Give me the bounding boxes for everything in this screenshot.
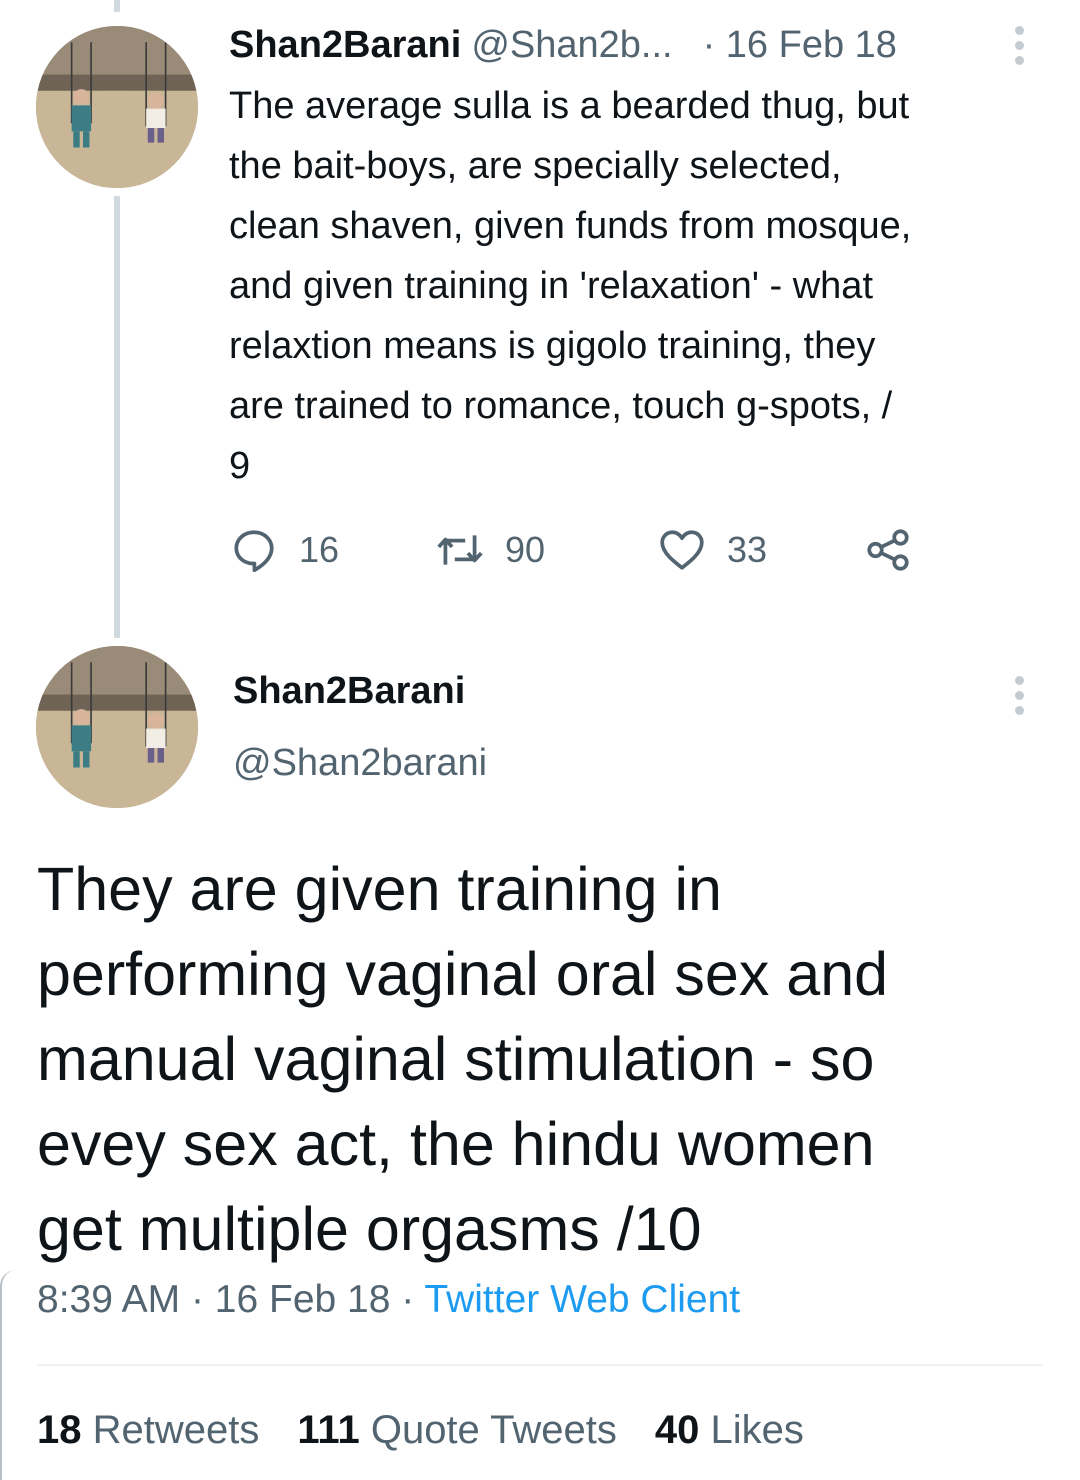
like-icon [660,530,704,570]
tweet-date[interactable]: 16 Feb 18 [215,1278,391,1321]
tweet2-text: They are given training in performing va… [37,855,889,1263]
reply-button[interactable]: 16 [229,522,339,578]
quote-tweets-count: 111 [297,1408,360,1452]
tweet-time[interactable]: 8:39 AM [37,1278,180,1321]
thread-line [114,196,120,638]
retweet-count: 90 [505,529,546,570]
reply-count: 16 [299,529,340,570]
separator: · [401,1278,415,1321]
display-name[interactable]: Shan2Barani [229,24,461,67]
more-icon[interactable] [1013,676,1025,715]
retweets-count: 18 [37,1408,82,1452]
tweet-source-link[interactable]: Twitter Web Client [424,1278,740,1321]
like-button[interactable]: 33 [657,522,767,578]
retweet-button[interactable]: 90 [435,522,545,578]
reply-icon [234,530,274,573]
tweet1-text: The average sulla is a bearded thug, but… [229,85,912,487]
timestamp[interactable]: · 16 Feb 18 [703,24,897,67]
avatar[interactable] [36,26,198,188]
retweets-label: Retweets [92,1408,260,1452]
username[interactable]: @Shan2barani [233,742,487,785]
retweet-icon [437,535,483,565]
retweets-stat[interactable]: 18 Retweets [37,1408,259,1453]
likes-count: 40 [654,1408,700,1452]
divider [37,1364,1043,1366]
quote-tweets-label: Quote Tweets [370,1408,617,1452]
tweet1-header: Shan2Barani @Shan2b... · 16 Feb 18 [229,20,897,70]
share-button[interactable] [863,522,933,578]
likes-label: Likes [710,1408,804,1452]
tweet-actions: 16 90 33 [229,522,949,578]
left-edge-border [0,1270,16,1480]
more-icon[interactable] [1013,26,1025,65]
share-icon [867,529,909,571]
tweet-stats: 18 Retweets 111 Quote Tweets 40 Likes [37,1408,842,1453]
avatar[interactable] [36,646,198,808]
username[interactable]: @Shan2b... [471,24,672,67]
like-count: 33 [727,529,768,570]
separator: · [190,1278,204,1321]
quote-tweets-stat[interactable]: 111 Quote Tweets [297,1408,617,1453]
display-name[interactable]: Shan2Barani [233,670,465,713]
likes-stat[interactable]: 40 Likes [655,1408,804,1453]
tweet-metadata: 8:39 AM · 16 Feb 18 · Twitter Web Client [37,1278,740,1322]
thread-line-top [114,0,120,12]
